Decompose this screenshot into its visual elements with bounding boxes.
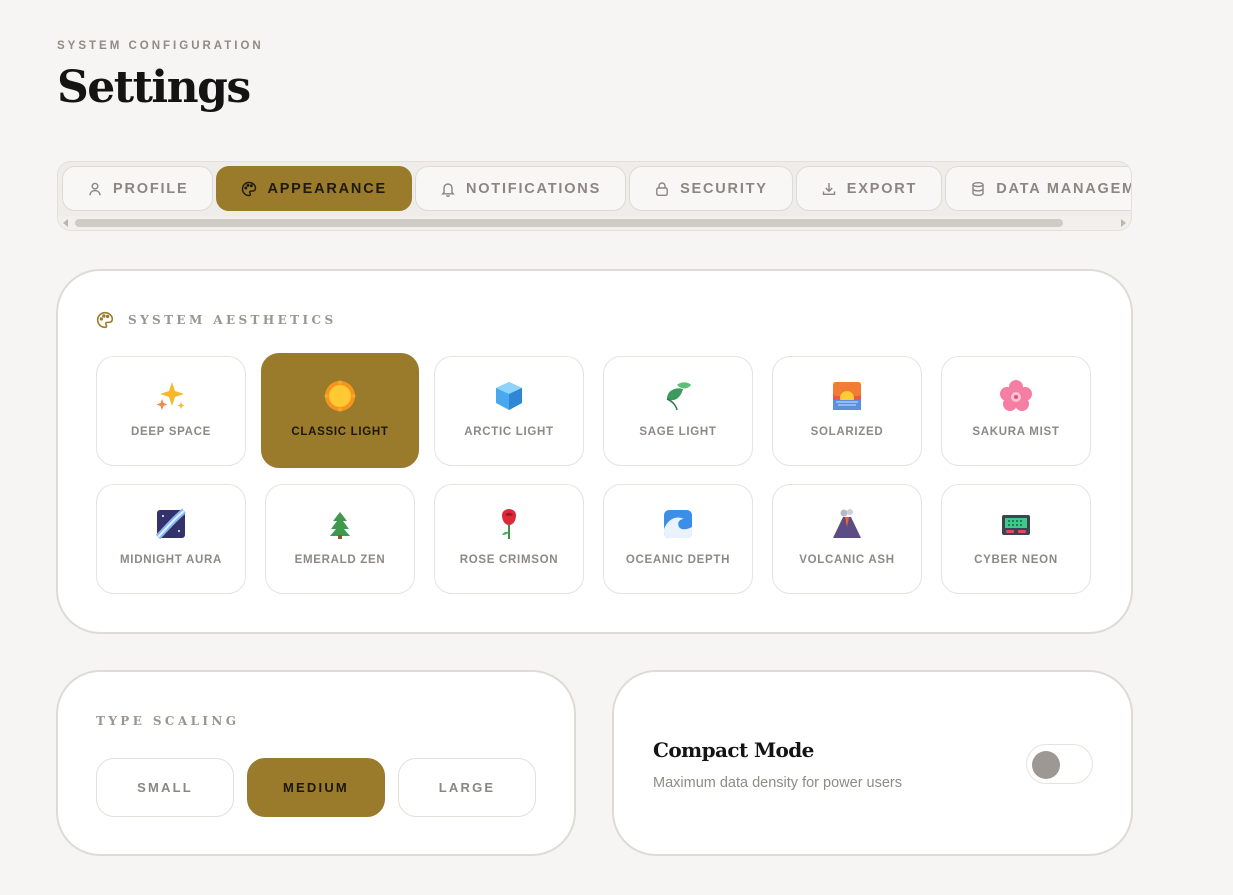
volcano-icon (830, 507, 864, 541)
page-title: Settings (57, 62, 251, 113)
section-label: SYSTEM AESTHETICS (128, 313, 337, 327)
theme-option[interactable]: EMERALD ZEN (265, 484, 415, 594)
database-icon (970, 181, 986, 197)
tab-export[interactable]: EXPORT (795, 166, 943, 211)
tab-label: PROFILE (113, 180, 189, 197)
toggle-knob (1032, 751, 1060, 779)
tab-profile[interactable]: PROFILE (62, 166, 214, 211)
palette-icon (96, 311, 114, 329)
tab-security[interactable]: SECURITY (629, 166, 793, 211)
theme-option[interactable]: SAKURA MIST (941, 356, 1091, 466)
theme-name: ARCTIC LIGHT (464, 426, 554, 438)
milky-way-icon (154, 507, 188, 541)
tab-label: EXPORT (846, 180, 918, 197)
tab-scrollbar[interactable] (58, 216, 1131, 230)
compact-mode-toggle[interactable] (1026, 744, 1093, 784)
theme-name: ROSE CRIMSON (459, 554, 559, 566)
theme-name: CYBER NEON (974, 554, 1058, 566)
ice-cube-icon (492, 379, 526, 413)
compact-mode-card: Compact Mode Maximum data density for po… (612, 670, 1133, 856)
lock-icon (654, 181, 670, 197)
bell-icon (440, 181, 456, 197)
theme-name: DEEP SPACE (130, 426, 212, 438)
scroll-left-arrow-icon[interactable] (63, 219, 68, 227)
compact-mode-title: Compact Mode (653, 738, 814, 762)
tab-label: SECURITY (680, 180, 768, 197)
theme-name: SOLARIZED (810, 426, 884, 438)
compact-mode-description: Maximum data density for power users (653, 775, 903, 791)
section-label: TYPE SCALING (96, 714, 240, 728)
theme-name: MIDNIGHT AURA (120, 554, 222, 566)
tab-label: NOTIFICATIONS (465, 180, 602, 197)
settings-tab-bar: PROFILE APPEARANCE NOTIFICATIONS SECURIT… (57, 161, 1132, 231)
rose-icon (492, 507, 526, 541)
leaf-icon (661, 379, 695, 413)
scroll-right-arrow-icon[interactable] (1121, 219, 1126, 227)
tab-notifications[interactable]: NOTIFICATIONS (414, 166, 627, 211)
tab-label: APPEARANCE (267, 180, 387, 197)
wave-icon (661, 507, 695, 541)
user-icon (87, 181, 103, 197)
theme-option[interactable]: OCEANIC DEPTH (603, 484, 753, 594)
download-icon (821, 181, 837, 197)
tab-data-management[interactable]: DATA MANAGEME (945, 166, 1131, 211)
theme-option[interactable]: DEEP SPACE (96, 356, 246, 466)
cherry-blossom-icon (999, 379, 1033, 413)
page-eyebrow: SYSTEM CONFIGURATION (57, 40, 264, 52)
theme-name: OCEANIC DEPTH (625, 554, 731, 566)
theme-name: EMERALD ZEN (294, 554, 386, 566)
sunrise-icon (830, 379, 864, 413)
theme-option[interactable]: CLASSIC LIGHT (261, 353, 419, 468)
tree-icon (323, 507, 357, 541)
sun-icon (323, 379, 357, 413)
palette-icon (241, 181, 257, 197)
size-small-button[interactable]: SMALL (96, 758, 234, 817)
theme-name: CLASSIC LIGHT (291, 426, 389, 438)
size-large-button[interactable]: LARGE (398, 758, 536, 817)
theme-name: SAGE LIGHT (639, 426, 717, 438)
theme-option[interactable]: SOLARIZED (772, 356, 922, 466)
section-header: SYSTEM AESTHETICS (96, 311, 337, 329)
sparkles-icon (154, 379, 188, 413)
type-scaling-card: TYPE SCALING SMALL MEDIUM LARGE (56, 670, 576, 856)
theme-option[interactable]: MIDNIGHT AURA (96, 484, 246, 594)
theme-option[interactable]: ARCTIC LIGHT (434, 356, 584, 466)
tab-label: DATA MANAGEME (996, 180, 1131, 197)
system-aesthetics-card: SYSTEM AESTHETICS DEEP SPACE CLASSIC LIG… (56, 269, 1133, 634)
theme-option[interactable]: VOLCANIC ASH (772, 484, 922, 594)
tab-appearance[interactable]: APPEARANCE (216, 166, 412, 211)
theme-option[interactable]: SAGE LIGHT (603, 356, 753, 466)
pager-icon (999, 507, 1033, 541)
scrollbar-thumb[interactable] (75, 219, 1063, 227)
theme-option[interactable]: ROSE CRIMSON (434, 484, 584, 594)
size-medium-button[interactable]: MEDIUM (247, 758, 385, 817)
theme-name: SAKURA MIST (972, 426, 1060, 438)
theme-name: VOLCANIC ASH (799, 554, 895, 566)
theme-option[interactable]: CYBER NEON (941, 484, 1091, 594)
theme-grid: DEEP SPACE CLASSIC LIGHT ARCTIC LIGHT SA… (96, 353, 1094, 596)
